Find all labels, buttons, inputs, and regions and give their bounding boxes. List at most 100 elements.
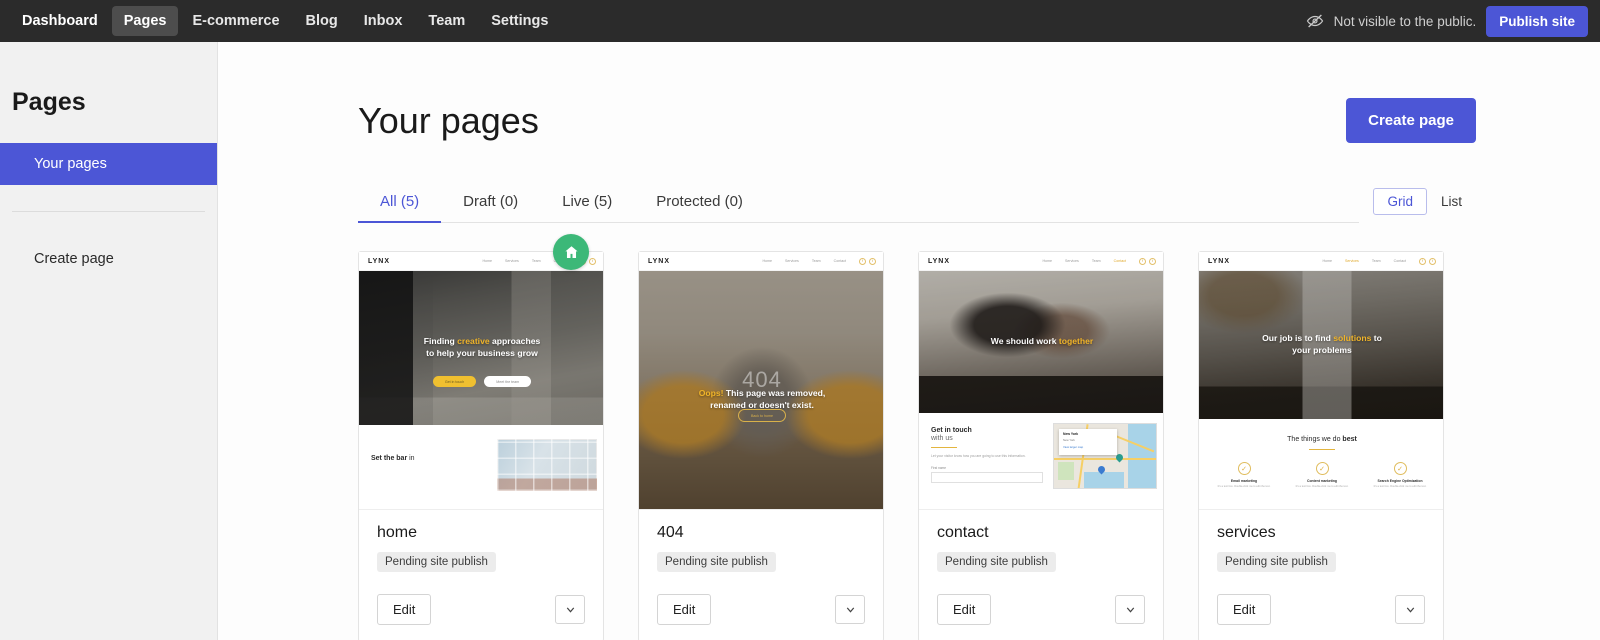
top-nav-item-team[interactable]: Team: [416, 6, 477, 36]
page-card-name: contact: [937, 524, 989, 541]
mini-feature-item: ✓ Content marketing It's a text box. Dou…: [1287, 462, 1357, 489]
page-card-body: home Pending site publish Edit: [359, 510, 603, 640]
create-page-button[interactable]: Create page: [1346, 98, 1476, 143]
page-card-body: 404 Pending site publish Edit: [639, 510, 883, 640]
twitter-icon: t: [1149, 257, 1156, 265]
chevron-down-icon: [1406, 607, 1414, 613]
mini-nav-home: Home: [762, 259, 773, 263]
facebook-icon: f: [859, 257, 866, 265]
page-card-grid: LYNX Home Services Team Contact f t: [358, 234, 1600, 640]
mini-nav-services: Services: [1065, 259, 1079, 263]
mini-site-logo: LYNX: [928, 257, 951, 265]
top-nav-item-ecommerce[interactable]: E-commerce: [180, 6, 291, 36]
mini-site-contact: LYNX Home Services Team Contact f t We s…: [919, 252, 1163, 509]
page-card-menu-button[interactable]: [1395, 595, 1425, 624]
mini-feature-item: ✓ Search Engine Optimization It's a text…: [1365, 462, 1435, 489]
mini-nav-services: Services: [785, 259, 799, 263]
edit-page-button[interactable]: Edit: [937, 594, 992, 625]
top-navigation-bar: Dashboard Pages E-commerce Blog Inbox Te…: [0, 0, 1600, 42]
top-nav-item-dashboard[interactable]: Dashboard: [10, 6, 110, 36]
top-nav-item-blog[interactable]: Blog: [294, 6, 350, 36]
map-info-popup: New York New York View larger map: [1059, 429, 1117, 455]
edit-page-button[interactable]: Edit: [657, 594, 712, 625]
sidebar-item-your-pages[interactable]: Your pages: [0, 143, 217, 185]
mini-contact-map: New York New York View larger map: [1053, 423, 1157, 489]
mini-feature-name: Content marketing: [1307, 479, 1337, 484]
page-card-menu-button[interactable]: [835, 595, 865, 624]
mini-site-services: LYNX Home Services Team Contact f t Our …: [1199, 252, 1443, 509]
page-card-menu-button[interactable]: [1115, 595, 1145, 624]
mini-site-social-icons: f t: [859, 257, 876, 265]
edit-page-button[interactable]: Edit: [377, 594, 432, 625]
map-popup-link: View larger map: [1063, 444, 1084, 449]
mini-feature-item: ✓ Email marketing It's a text box. Doubl…: [1209, 462, 1279, 489]
mini-site-nav-items: Home Services Team Contact: [1042, 259, 1126, 263]
top-nav-items: Dashboard Pages E-commerce Blog Inbox Te…: [10, 6, 560, 36]
sidebar-divider: [12, 211, 205, 212]
top-nav-item-inbox[interactable]: Inbox: [352, 6, 415, 36]
hero-text-highlight: Oops!: [698, 387, 724, 398]
sidebar-title: Pages: [12, 88, 86, 116]
mini-nav-home: Home: [1322, 259, 1333, 263]
page-card-contact[interactable]: LYNX Home Services Team Contact f t We s…: [918, 251, 1164, 640]
tab-live[interactable]: Live (5): [540, 187, 634, 223]
twitter-icon: t: [1429, 257, 1436, 265]
home-icon: [564, 245, 578, 258]
mini-section-description: Let your visitor know how you are going …: [931, 454, 1026, 459]
mini-nav-contact: Contact: [1393, 259, 1406, 263]
page-card-404[interactable]: LYNX Home Services Team Contact f t 404 …: [638, 251, 884, 640]
mini-site-home: LYNX Home Services Team Contact f t: [359, 252, 603, 509]
gold-divider: [931, 447, 957, 449]
hero-heading: Oops! This page was removed, renamed or …: [685, 388, 840, 411]
view-toggle-list[interactable]: List: [1427, 188, 1476, 215]
page-card-name: 404: [657, 524, 684, 541]
page-card-name: services: [1217, 524, 1276, 541]
page-thumbnail-contact: LYNX Home Services Team Contact f t We s…: [919, 252, 1163, 510]
hero-text-highlight: solutions: [1333, 333, 1372, 344]
mini-site-social-icons: f t: [1139, 257, 1156, 265]
mini-nav-team: Team: [531, 259, 541, 263]
hero-heading: Finding creative approaches to help your…: [410, 336, 555, 359]
mini-site-nav-items: Home Services Team Contact: [1322, 259, 1406, 263]
hero-buttons: Get in touch Meet the team: [359, 376, 603, 387]
page-thumbnail-404: LYNX Home Services Team Contact f t 404 …: [639, 252, 883, 510]
hero-text-pre: Finding: [423, 336, 458, 347]
view-toggle-grid[interactable]: Grid: [1373, 188, 1427, 215]
facebook-icon: f: [1419, 257, 1426, 265]
hero-text-post: This page was removed,: [723, 387, 826, 398]
mini-site-nav: LYNX Home Services Team Contact f t: [639, 252, 883, 271]
map-water: [1128, 424, 1156, 488]
top-nav-item-settings[interactable]: Settings: [479, 6, 560, 36]
page-card-name: home: [377, 524, 418, 541]
tab-all[interactable]: All (5): [358, 187, 442, 223]
status-badge: Pending site publish: [657, 552, 776, 572]
hero-text-line2: to help your business grow: [426, 348, 538, 358]
mini-site-nav-items: Home Services Team Contact: [482, 259, 566, 263]
tab-draft[interactable]: Draft (0): [441, 187, 540, 223]
app-shell: Pages Your pages Create page Your pages …: [0, 42, 1600, 640]
top-nav-item-pages[interactable]: Pages: [111, 6, 179, 36]
chevron-down-icon: [846, 607, 854, 613]
publish-site-button[interactable]: Publish site: [1486, 5, 1588, 37]
page-card-actions: Edit: [937, 594, 1145, 625]
page-card-actions: Edit: [1217, 594, 1425, 625]
mini-nav-contact: Contact: [833, 259, 846, 263]
chevron-down-icon: [566, 607, 574, 613]
mini-nav-team: Team: [811, 259, 821, 263]
eye-off-icon: [1306, 12, 1324, 30]
page-card-actions: Edit: [377, 594, 585, 625]
status-badge: Pending site publish: [1217, 552, 1336, 572]
hero-heading: Our job is to find solutions to your pro…: [1248, 333, 1396, 356]
mini-site-nav: LYNX Home Services Team Contact f t: [1199, 252, 1443, 271]
edit-page-button[interactable]: Edit: [1217, 594, 1272, 625]
hero-text-post: approaches: [489, 336, 541, 347]
mini-site-logo: LYNX: [1208, 257, 1231, 265]
page-card-services[interactable]: LYNX Home Services Team Contact f t Our …: [1198, 251, 1444, 640]
page-card-menu-button[interactable]: [555, 595, 585, 624]
mini-nav-services: Services: [1345, 259, 1359, 263]
mini-nav-home: Home: [482, 259, 493, 263]
page-card-home[interactable]: LYNX Home Services Team Contact f t: [358, 234, 604, 640]
sidebar-item-create-page[interactable]: Create page: [0, 238, 217, 280]
hero-buttons: Back to home: [639, 409, 883, 422]
tab-protected[interactable]: Protected (0): [634, 187, 765, 223]
